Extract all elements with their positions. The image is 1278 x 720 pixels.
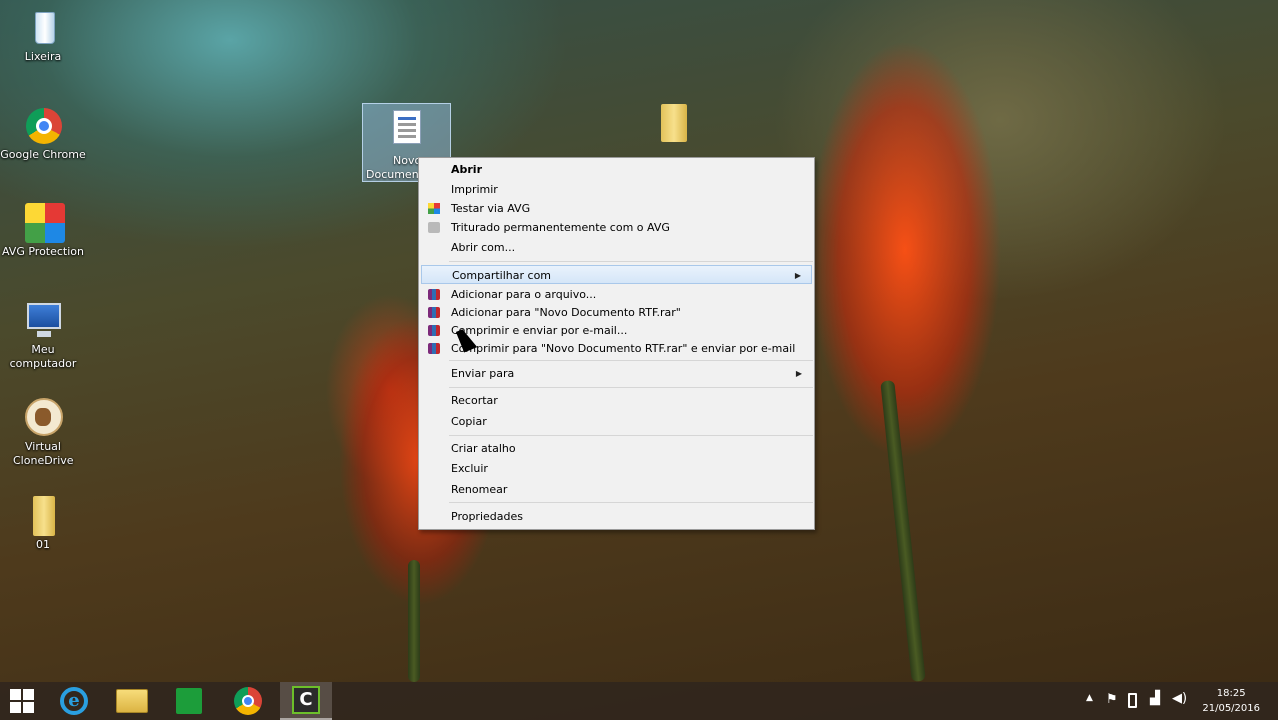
- windows-store-icon: [176, 688, 202, 714]
- taskbar-chrome[interactable]: [222, 682, 274, 720]
- taskbar-windows-store[interactable]: [163, 682, 215, 720]
- action-center-flag-icon[interactable]: ⚑: [1106, 692, 1118, 707]
- avg-icon: [23, 203, 65, 243]
- taskbar-file-explorer[interactable]: [106, 682, 158, 720]
- chrome-icon: [234, 687, 262, 715]
- desktop-icon-folder-01[interactable]: 01: [0, 496, 86, 552]
- taskbar: e C ▲ ⚑ ▟ ◀) 18:25 21/05/2016: [0, 682, 1278, 720]
- menu-item-renomear[interactable]: Renomear: [421, 480, 812, 499]
- power-icon[interactable]: [1128, 693, 1137, 708]
- clock-date: 21/05/2016: [1202, 703, 1260, 714]
- menu-separator: [449, 502, 813, 503]
- desktop-icon-recycle-bin[interactable]: Lixeira: [0, 8, 86, 64]
- file-explorer-icon: [116, 689, 148, 713]
- winrar-icon: [428, 307, 440, 318]
- shredder-icon: [428, 222, 440, 233]
- menu-item-testar-avg[interactable]: Testar via AVG: [421, 199, 812, 218]
- file-label-line2: Document: [366, 168, 423, 181]
- menu-item-recortar[interactable]: Recortar: [421, 391, 812, 410]
- menu-item-propriedades[interactable]: Propriedades: [421, 507, 812, 526]
- folder-icon: [23, 496, 63, 536]
- show-hidden-icons-chevron[interactable]: ▲: [1086, 693, 1093, 703]
- menu-separator: [449, 435, 813, 436]
- chrome-icon: [23, 106, 63, 146]
- menu-item-abrir-com[interactable]: Abrir com...: [421, 238, 812, 257]
- menu-item-adicionar-arquivo[interactable]: Adicionar para o arquivo...: [421, 285, 812, 304]
- menu-item-comprimir-email[interactable]: Comprimir e enviar por e-mail...: [421, 321, 812, 340]
- start-button[interactable]: [0, 682, 48, 720]
- avg-icon: [428, 203, 440, 214]
- desktop-icon-label: AVG Protection: [1, 245, 85, 258]
- taskbar-camtasia[interactable]: C: [280, 682, 332, 720]
- desktop-icon-label: Virtual CloneDrive: [13, 440, 74, 467]
- menu-item-comprimir-rar-email[interactable]: Comprimir para "Novo Documento RTF.rar" …: [421, 339, 812, 358]
- menu-item-adicionar-rar[interactable]: Adicionar para "Novo Documento RTF.rar": [421, 303, 812, 322]
- clock[interactable]: 18:25 21/05/2016: [1202, 686, 1260, 716]
- clonedrive-sheep-icon: [23, 398, 63, 438]
- menu-item-abrir[interactable]: Abrir: [421, 160, 812, 179]
- menu-item-compartilhar-com[interactable]: Compartilhar com ▶: [421, 265, 812, 284]
- submenu-arrow-icon: ▶: [795, 369, 802, 378]
- windows-start-icon: [10, 689, 34, 713]
- rtf-document-icon: [393, 110, 421, 144]
- menu-item-criar-atalho[interactable]: Criar atalho: [421, 439, 812, 458]
- menu-separator: [449, 387, 813, 388]
- recycle-bin-icon: [23, 8, 63, 48]
- submenu-arrow-icon: ▶: [794, 271, 801, 280]
- menu-item-copiar[interactable]: Copiar: [421, 412, 812, 431]
- menu-item-imprimir[interactable]: Imprimir: [421, 180, 812, 199]
- menu-item-excluir[interactable]: Excluir: [421, 459, 812, 478]
- camtasia-icon: C: [292, 686, 320, 714]
- menu-item-enviar-para[interactable]: Enviar para ▶: [421, 364, 812, 383]
- menu-separator: [449, 261, 813, 262]
- desktop-icon-avg-protection[interactable]: AVG Protection: [0, 203, 86, 259]
- clock-time: 18:25: [1216, 688, 1246, 699]
- volume-icon[interactable]: ◀): [1172, 691, 1187, 706]
- network-signal-icon[interactable]: ▟: [1150, 691, 1160, 706]
- computer-icon: [23, 301, 63, 341]
- menu-separator: [449, 360, 813, 361]
- desktop-icon-label: Lixeira: [24, 50, 62, 63]
- desktop-icon-label: Meu computador: [9, 343, 77, 370]
- winrar-icon: [428, 289, 440, 300]
- internet-explorer-icon: e: [60, 687, 88, 715]
- desktop-icon-my-computer[interactable]: Meu computador: [0, 301, 86, 371]
- folder-icon[interactable]: [659, 104, 687, 144]
- winrar-icon: [428, 325, 440, 336]
- desktop-icon-google-chrome[interactable]: Google Chrome: [0, 106, 86, 162]
- desktop-icon-virtual-clonedrive[interactable]: Virtual CloneDrive: [0, 398, 86, 468]
- taskbar-internet-explorer[interactable]: e: [48, 682, 100, 720]
- winrar-icon: [428, 343, 440, 354]
- file-label: Novo: [393, 154, 422, 167]
- tulip-stem: [880, 380, 926, 682]
- menu-item-triturado-avg[interactable]: Triturado permanentemente com o AVG: [421, 218, 812, 237]
- system-tray: ▲ ⚑ ▟ ◀): [1080, 682, 1190, 720]
- context-menu: Abrir Imprimir Testar via AVG Triturado …: [418, 157, 815, 530]
- desktop-icon-label: Google Chrome: [0, 148, 86, 161]
- tulip-stem: [408, 560, 420, 682]
- desktop-icon-label: 01: [36, 538, 50, 551]
